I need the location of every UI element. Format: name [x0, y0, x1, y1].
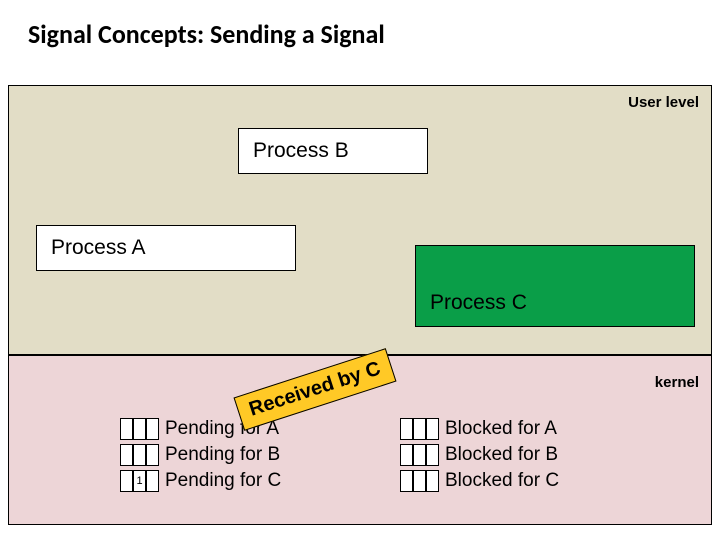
- bit: [146, 418, 159, 440]
- bit: [426, 470, 439, 492]
- bit: [146, 444, 159, 466]
- bit: [133, 444, 146, 466]
- bit: [426, 444, 439, 466]
- blocked-b-bits: [400, 444, 439, 466]
- user-level-label: User level: [628, 94, 699, 111]
- blocked-a-label: Blocked for A: [445, 418, 557, 440]
- bit: [146, 470, 159, 492]
- slide-title: Signal Concepts: Sending a Signal: [28, 18, 385, 50]
- blocked-b-label: Blocked for B: [445, 444, 558, 466]
- pending-b-label: Pending for B: [165, 444, 280, 466]
- pending-c-label: Pending for C: [165, 470, 281, 492]
- process-b-box: Process B: [238, 128, 428, 174]
- bit-set: 1: [133, 470, 146, 492]
- bit: [413, 444, 426, 466]
- bit: [120, 444, 133, 466]
- pending-c-bits: 1: [120, 470, 159, 492]
- blocked-c-bits: [400, 470, 439, 492]
- bit: [400, 418, 413, 440]
- bit: [133, 418, 146, 440]
- bit: [400, 470, 413, 492]
- blocked-a-bits: [400, 418, 439, 440]
- kernel-label: kernel: [655, 374, 699, 391]
- bit: [120, 470, 133, 492]
- bit: [120, 418, 133, 440]
- bit: [413, 418, 426, 440]
- bit: [413, 470, 426, 492]
- bit: [400, 444, 413, 466]
- process-c-box: Process C: [415, 245, 695, 327]
- blocked-c-label: Blocked for C: [445, 470, 559, 492]
- pending-b-bits: [120, 444, 159, 466]
- bit: [426, 418, 439, 440]
- process-a-box: Process A: [36, 225, 296, 271]
- pending-a-bits: [120, 418, 159, 440]
